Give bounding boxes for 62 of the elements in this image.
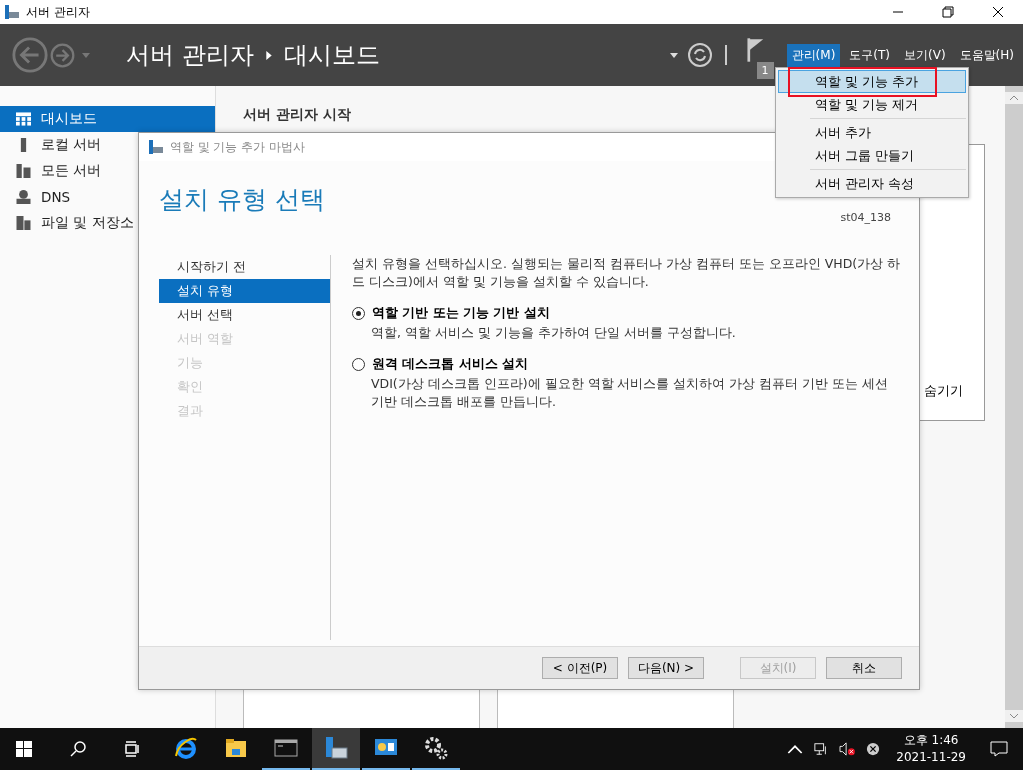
clock-time[interactable]: 오후 1:46 — [903, 732, 959, 749]
breadcrumb-current: 대시보드 — [283, 40, 380, 71]
target-server: st04_138 — [840, 211, 891, 226]
sidebar-label: 파일 및 저장소 — [41, 214, 134, 232]
server-toolbox-icon — [324, 736, 348, 760]
taskbar-app[interactable] — [312, 728, 360, 770]
hide-link[interactable]: 숨기기 — [924, 383, 963, 400]
intro-text: 설치 유형을 선택하십시오. 실행되는 물리적 컴퓨터나 가상 컴퓨터 또는 오프라인 VHD(가상 하드 디스크)에서 역할 및 기능을 설치할 수 있습니다. — [352, 255, 901, 291]
sidebar-label: 로컬 서버 — [41, 136, 102, 154]
folder-icon — [16, 216, 31, 230]
folder-icon — [224, 736, 248, 760]
wizard-heading: 설치 유형 선택 — [159, 184, 325, 216]
radio-button[interactable] — [352, 358, 365, 371]
sidebar-item[interactable]: 모든 서버 — [0, 158, 215, 184]
error-icon[interactable] — [865, 742, 882, 756]
scroll-up-icon[interactable] — [1005, 92, 1023, 104]
radio-button[interactable] — [352, 307, 365, 320]
dialog-title: 역할 및 기능 추가 마법사 — [170, 139, 305, 155]
wizard-step[interactable]: 시작하기 전 — [159, 255, 330, 279]
menu-item[interactable]: 서버 그룹 만들기 — [778, 144, 966, 167]
menu-item[interactable]: 보기(V) — [899, 43, 951, 67]
option-description: 역할, 역할 서비스 및 기능을 추가하여 단일 서버를 구성합니다. — [371, 324, 737, 342]
menu-item[interactable]: 도움말(H) — [954, 43, 1019, 67]
clock-date[interactable]: 2021-11-29 — [896, 749, 966, 766]
menu-item[interactable]: 서버 추가 — [778, 121, 966, 144]
notification-badge: 1 — [756, 62, 774, 79]
grid-icon — [16, 112, 31, 126]
notification-icon[interactable] — [990, 741, 1008, 757]
scroll-down-icon[interactable] — [1005, 710, 1023, 722]
app-icon — [4, 4, 20, 20]
menu-item[interactable]: 관리(M) — [786, 43, 841, 67]
sidebar-label: 대시보드 — [41, 110, 97, 128]
app-icon — [148, 139, 164, 155]
servers-icon — [16, 164, 31, 178]
dialog-button[interactable]: < 이전(P) — [542, 657, 618, 679]
scrollbar[interactable] — [1005, 86, 1023, 728]
flag-icon[interactable] — [746, 38, 765, 62]
menu-item[interactable]: 도구(T) — [844, 43, 896, 67]
section-title: 서버 관리자 시작 — [243, 106, 352, 124]
menu-item[interactable]: 서버 관리자 속성 — [778, 172, 966, 195]
sidebar-item[interactable]: 대시보드 — [0, 106, 215, 132]
dialog-button[interactable]: 다음(N) > — [628, 657, 704, 679]
terminal-icon — [274, 736, 298, 760]
refresh-icon[interactable] — [686, 42, 713, 68]
menu-item[interactable]: 역할 및 기능 제거 — [778, 93, 966, 116]
window-title: 서버 관리자 — [26, 3, 90, 21]
wizard-step[interactable]: 설치 유형 — [159, 279, 330, 303]
speaker-muted-icon[interactable] — [839, 742, 856, 756]
option-description: VDI(가상 데스크톱 인프라)에 필요한 역할 서비스를 설치하여 가상 컴퓨터 기반 또는 세션 기반 데스크톱 배포를 만듭니다. — [371, 375, 890, 411]
sidebar-label: DNS — [41, 189, 71, 205]
dropdown-icon[interactable] — [669, 52, 678, 58]
menu-item[interactable]: 역할 및 기능 추가 — [778, 70, 966, 93]
option-label[interactable]: 역할 기반 또는 기능 기반 설치 — [372, 305, 550, 322]
browser-icon — [174, 736, 198, 760]
breadcrumb-separator-icon — [265, 50, 272, 60]
dialog-button[interactable]: 취소 — [826, 657, 902, 679]
option-label[interactable]: 원격 데스크톱 서비스 설치 — [372, 356, 529, 373]
sidebar-label: 모든 서버 — [41, 162, 102, 180]
wizard-step[interactable]: 서버 선택 — [159, 303, 330, 327]
breadcrumb-root[interactable]: 서버 관리자 — [126, 39, 254, 71]
globe-server-icon — [16, 190, 31, 204]
gears-icon — [424, 736, 448, 760]
